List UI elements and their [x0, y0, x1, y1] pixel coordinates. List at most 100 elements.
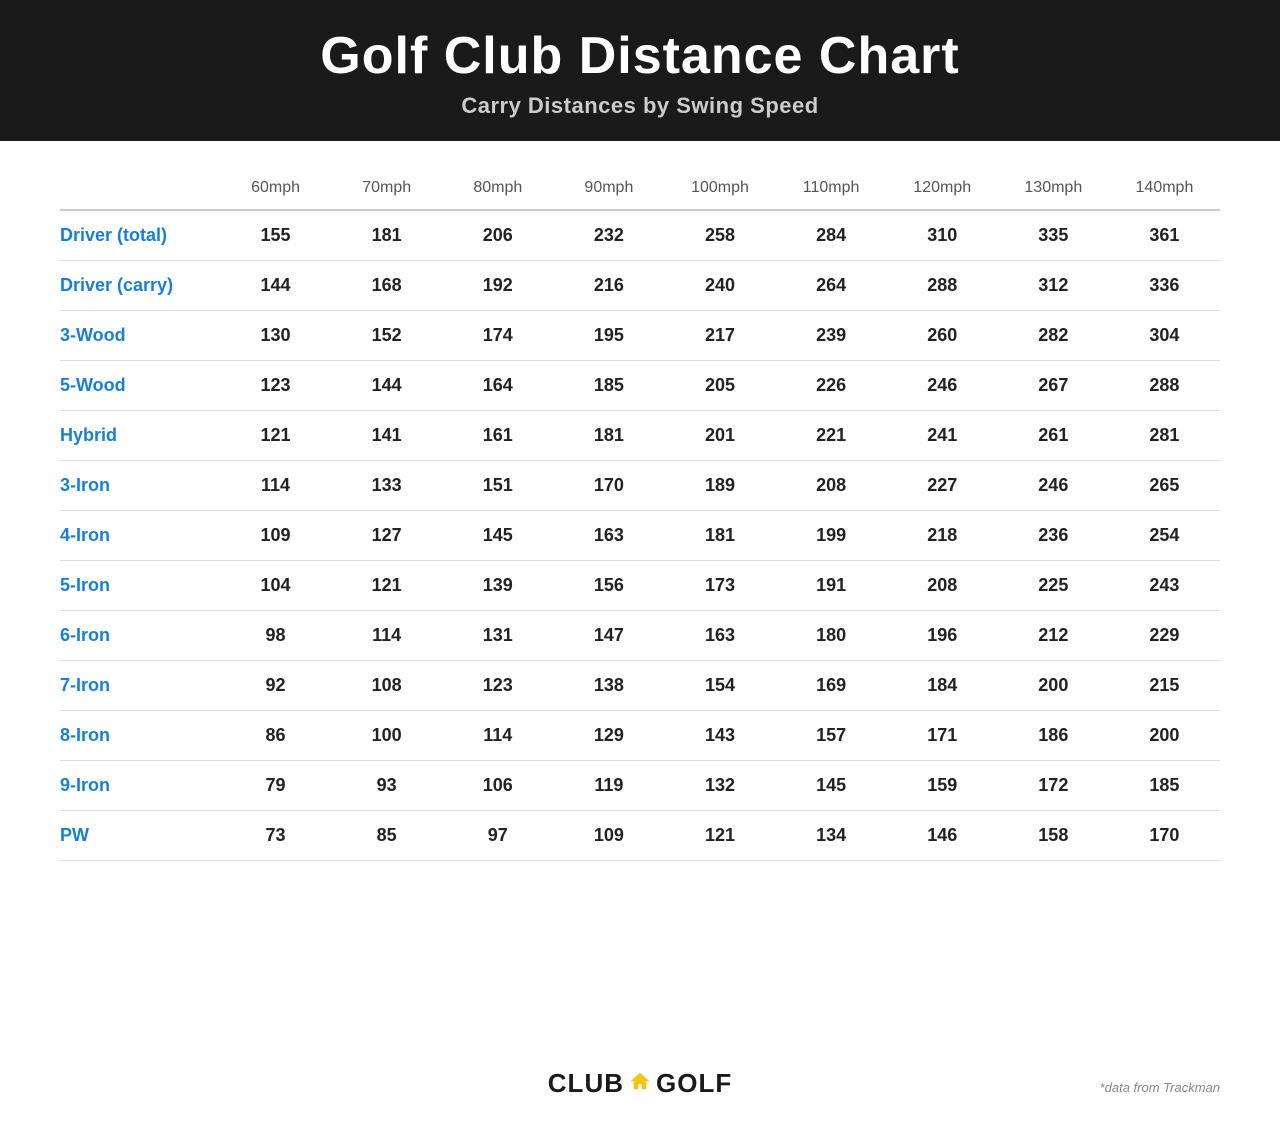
club-name-cell: 3-Iron: [60, 461, 220, 511]
brand-club-text: CLUB: [548, 1068, 624, 1099]
distance-value-cell: 227: [887, 461, 998, 511]
distance-value-cell: 173: [664, 561, 775, 611]
distance-value-cell: 181: [664, 511, 775, 561]
distance-value-cell: 205: [664, 361, 775, 411]
distance-value-cell: 158: [998, 811, 1109, 861]
speed-80-header: 80mph: [442, 171, 553, 210]
table-row: 8-Iron86100114129143157171186200: [60, 711, 1220, 761]
distance-value-cell: 139: [442, 561, 553, 611]
distance-value-cell: 246: [998, 461, 1109, 511]
speed-70-header: 70mph: [331, 171, 442, 210]
distance-value-cell: 98: [220, 611, 331, 661]
distance-value-cell: 192: [442, 261, 553, 311]
distance-value-cell: 144: [331, 361, 442, 411]
distance-value-cell: 284: [776, 210, 887, 261]
distance-value-cell: 170: [1109, 811, 1220, 861]
table-row: 5-Iron104121139156173191208225243: [60, 561, 1220, 611]
distance-value-cell: 121: [220, 411, 331, 461]
brand-golf-text: GOLF: [656, 1068, 732, 1099]
distance-value-cell: 169: [776, 661, 887, 711]
distance-value-cell: 181: [553, 411, 664, 461]
distance-value-cell: 123: [220, 361, 331, 411]
distance-value-cell: 92: [220, 661, 331, 711]
distance-value-cell: 312: [998, 261, 1109, 311]
brand-house-icon: [630, 1072, 650, 1090]
speed-140-header: 140mph: [1109, 171, 1220, 210]
club-name-cell: 5-Iron: [60, 561, 220, 611]
distance-value-cell: 196: [887, 611, 998, 661]
distance-value-cell: 208: [887, 561, 998, 611]
distance-value-cell: 264: [776, 261, 887, 311]
distance-value-cell: 191: [776, 561, 887, 611]
distance-value-cell: 288: [887, 261, 998, 311]
distance-value-cell: 164: [442, 361, 553, 411]
speed-100-header: 100mph: [664, 171, 775, 210]
data-attribution: *data from Trackman: [1100, 1080, 1220, 1095]
distance-value-cell: 218: [887, 511, 998, 561]
distance-value-cell: 200: [1109, 711, 1220, 761]
speed-110-header: 110mph: [776, 171, 887, 210]
speed-120-header: 120mph: [887, 171, 998, 210]
distance-value-cell: 288: [1109, 361, 1220, 411]
distance-value-cell: 215: [1109, 661, 1220, 711]
distance-value-cell: 185: [553, 361, 664, 411]
distance-value-cell: 73: [220, 811, 331, 861]
distance-value-cell: 145: [776, 761, 887, 811]
distance-value-cell: 170: [553, 461, 664, 511]
distance-value-cell: 93: [331, 761, 442, 811]
distance-value-cell: 104: [220, 561, 331, 611]
distance-value-cell: 261: [998, 411, 1109, 461]
table-row: Driver (total)15518120623225828431033536…: [60, 210, 1220, 261]
distance-value-cell: 100: [331, 711, 442, 761]
distance-value-cell: 335: [998, 210, 1109, 261]
distance-value-cell: 208: [776, 461, 887, 511]
distance-value-cell: 145: [442, 511, 553, 561]
distance-value-cell: 199: [776, 511, 887, 561]
table-row: 4-Iron109127145163181199218236254: [60, 511, 1220, 561]
distance-value-cell: 97: [442, 811, 553, 861]
distance-value-cell: 155: [220, 210, 331, 261]
table-row: Driver (carry)14416819221624026428831233…: [60, 261, 1220, 311]
distance-value-cell: 161: [442, 411, 553, 461]
distance-value-cell: 267: [998, 361, 1109, 411]
table-row: 3-Wood130152174195217239260282304: [60, 311, 1220, 361]
distance-value-cell: 254: [1109, 511, 1220, 561]
distance-value-cell: 154: [664, 661, 775, 711]
distance-value-cell: 163: [664, 611, 775, 661]
distance-value-cell: 114: [220, 461, 331, 511]
distance-value-cell: 156: [553, 561, 664, 611]
distance-value-cell: 109: [553, 811, 664, 861]
distance-value-cell: 258: [664, 210, 775, 261]
distance-value-cell: 221: [776, 411, 887, 461]
page-header: Golf Club Distance Chart Carry Distances…: [0, 0, 1280, 141]
table-section: 60mph 70mph 80mph 90mph 100mph 110mph 12…: [0, 141, 1280, 1050]
club-name-cell: 9-Iron: [60, 761, 220, 811]
club-name-cell: 5-Wood: [60, 361, 220, 411]
distance-value-cell: 171: [887, 711, 998, 761]
distance-value-cell: 130: [220, 311, 331, 361]
distance-value-cell: 119: [553, 761, 664, 811]
distance-value-cell: 336: [1109, 261, 1220, 311]
distance-value-cell: 141: [331, 411, 442, 461]
distance-value-cell: 265: [1109, 461, 1220, 511]
club-name-cell: Driver (carry): [60, 261, 220, 311]
distance-value-cell: 106: [442, 761, 553, 811]
table-row: 7-Iron92108123138154169184200215: [60, 661, 1220, 711]
distance-value-cell: 152: [331, 311, 442, 361]
club-name-cell: 3-Wood: [60, 311, 220, 361]
distance-value-cell: 144: [220, 261, 331, 311]
distance-value-cell: 127: [331, 511, 442, 561]
distance-value-cell: 114: [442, 711, 553, 761]
club-name-cell: PW: [60, 811, 220, 861]
brand-logo: CLUB GOLF: [548, 1068, 732, 1099]
distance-value-cell: 133: [331, 461, 442, 511]
distance-value-cell: 132: [664, 761, 775, 811]
distance-value-cell: 240: [664, 261, 775, 311]
club-name-cell: Hybrid: [60, 411, 220, 461]
distance-value-cell: 201: [664, 411, 775, 461]
distance-value-cell: 159: [887, 761, 998, 811]
table-row: PW738597109121134146158170: [60, 811, 1220, 861]
distance-value-cell: 282: [998, 311, 1109, 361]
distance-value-cell: 181: [331, 210, 442, 261]
club-name-cell: 8-Iron: [60, 711, 220, 761]
